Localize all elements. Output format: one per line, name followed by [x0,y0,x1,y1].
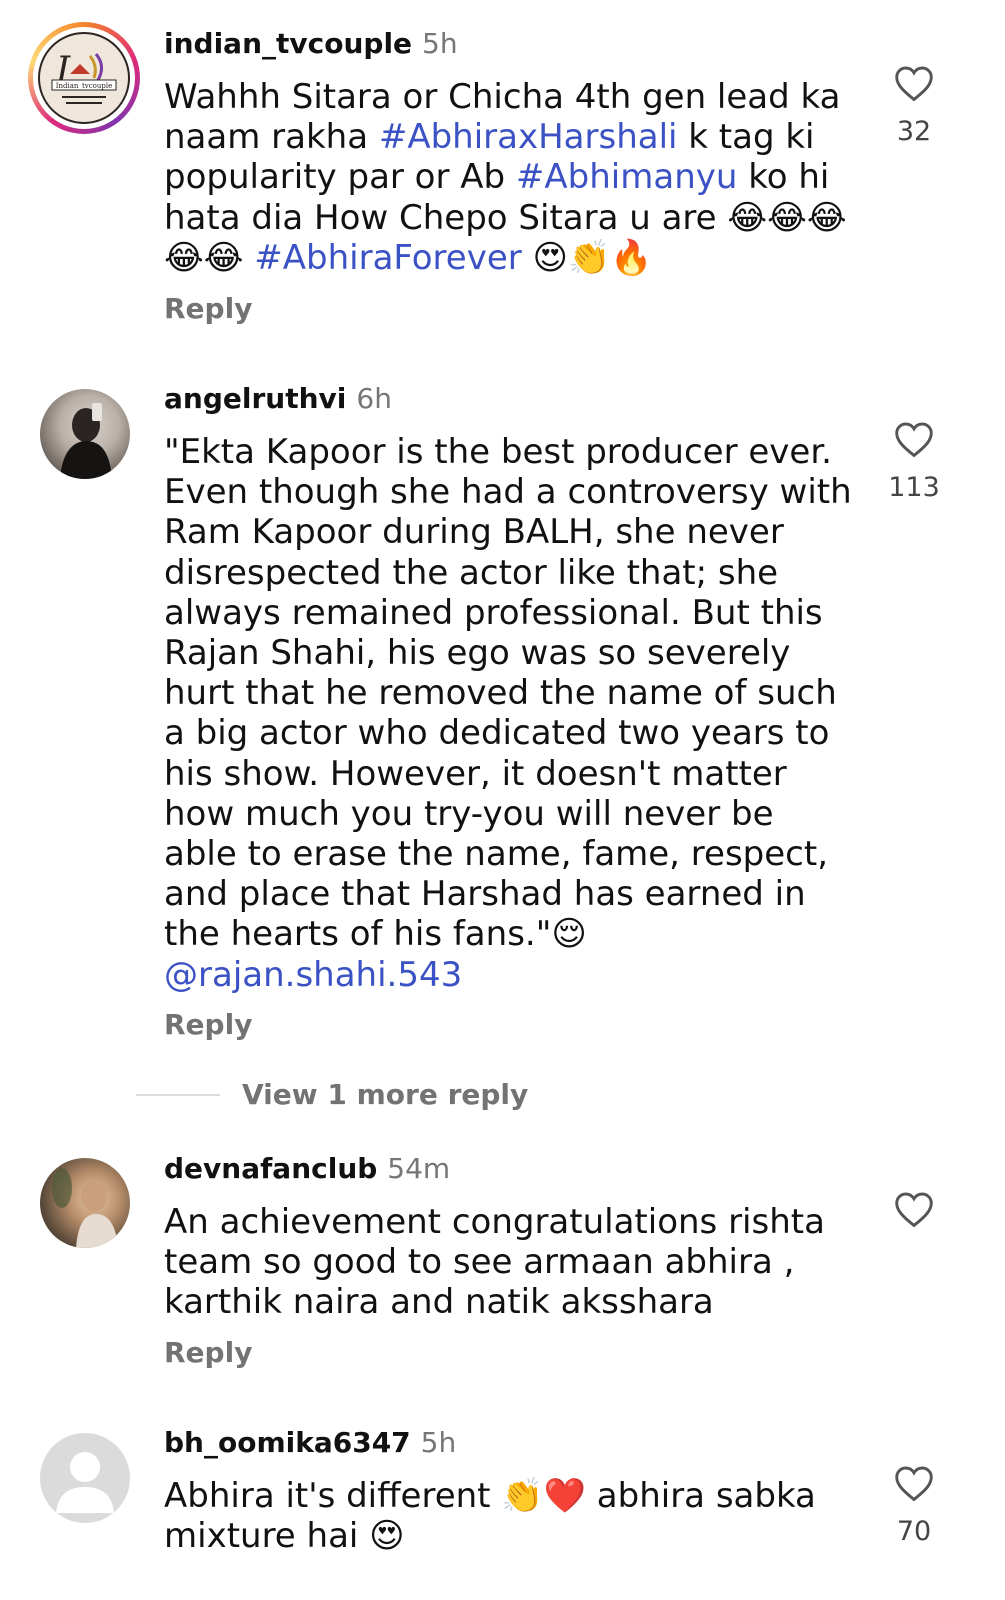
like-button[interactable]: 70 [884,1464,944,1547]
avatar[interactable] [40,1158,130,1248]
like-button[interactable]: 113 [884,420,944,503]
channel-logo-icon: I Indian_tvcouple [51,50,117,104]
comment-text-run: An achievement congratulations rishta te… [164,1202,825,1323]
comment-text-run: "Ekta Kapoor is the best producer ever. … [164,432,852,955]
reply-button[interactable]: Reply [164,1336,252,1369]
username[interactable]: devnafanclub [164,1152,377,1185]
heart-outline-icon[interactable] [893,420,935,458]
like-count: 32 [896,116,932,147]
hashtag-link[interactable]: #AbhiraForever [254,238,521,278]
comment-text: An achievement congratulations rishta te… [164,1202,854,1323]
like-button[interactable] [884,1190,944,1228]
mention-link[interactable]: @rajan.shahi.543 [164,955,462,995]
avatar-story-ring[interactable]: I Indian_tvcouple [28,22,140,134]
hashtag-link[interactable]: #AbhiraxHarshali [379,117,678,157]
view-more-replies[interactable]: View 1 more reply [136,1078,528,1112]
comment-header: indian_tvcouple 5h [164,27,458,61]
heart-outline-icon[interactable] [893,64,935,102]
like-button[interactable]: 32 [884,64,944,147]
divider [136,1093,220,1096]
profile-photo-icon [52,1168,118,1248]
like-count: 113 [888,472,940,503]
view-more-replies-label[interactable]: View 1 more reply [242,1078,528,1111]
comment-text-run: 😍👏🔥 [521,237,653,278]
avatar[interactable] [40,1433,130,1523]
person-placeholder-icon [56,1452,114,1513]
comment-text: Wahhh Sitara or Chicha 4th gen lead ka n… [164,77,854,278]
avatar[interactable] [40,389,130,479]
like-count: 70 [896,1516,932,1547]
reply-button[interactable]: Reply [164,1008,252,1041]
reply-button[interactable]: Reply [164,292,252,325]
timestamp: 5h [422,27,458,60]
comment-header: bh_oomika6347 5h [164,1426,456,1460]
timestamp: 6h [356,382,392,415]
comment-text: "Ekta Kapoor is the best producer ever. … [164,432,854,995]
comment-text-run: Abhira it's different 👏❤️ abhira sabka m… [164,1476,816,1557]
heart-outline-icon[interactable] [893,1190,935,1228]
comment-header: devnafanclub 54m [164,1152,450,1186]
heart-outline-icon[interactable] [893,1464,935,1502]
username[interactable]: angelruthvi [164,382,346,415]
svg-text:Indian_tvcouple: Indian_tvcouple [56,82,112,90]
timestamp: 54m [387,1152,451,1185]
timestamp: 5h [420,1426,457,1459]
hashtag-link[interactable]: #Abhimanyu [516,157,738,197]
comment-header: angelruthvi 6h [164,382,392,416]
comment-text: Abhira it's different 👏❤️ abhira sabka m… [164,1476,854,1556]
avatar: I Indian_tvcouple [38,32,130,124]
username[interactable]: bh_oomika6347 [164,1426,411,1459]
username[interactable]: indian_tvcouple [164,27,412,60]
profile-photo-icon [60,403,112,479]
